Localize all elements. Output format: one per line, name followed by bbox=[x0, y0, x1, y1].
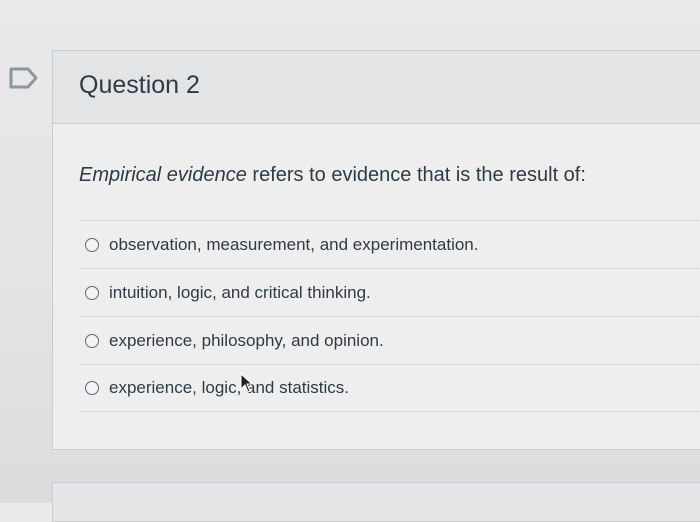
prompt-text: refers to evidence that is the result of… bbox=[246, 164, 586, 186]
radio-button-icon[interactable] bbox=[85, 285, 99, 300]
answer-option[interactable]: experience, logic, and statistics. bbox=[79, 364, 699, 412]
answer-list: observation, measurement, and experiment… bbox=[79, 220, 699, 412]
answer-option[interactable]: experience, philosophy, and opinion. bbox=[79, 316, 699, 364]
radio-button-icon[interactable] bbox=[85, 237, 99, 252]
question-title: Question 2 bbox=[79, 71, 200, 99]
mouse-pointer-icon bbox=[240, 373, 254, 393]
answer-label[interactable]: experience, philosophy, and opinion. bbox=[109, 331, 384, 351]
question-header: Question 2 bbox=[53, 51, 700, 124]
question-card: Question 2 Empirical evidence refers to … bbox=[52, 50, 700, 450]
answer-option[interactable]: intuition, logic, and critical thinking. bbox=[79, 268, 699, 316]
answer-label[interactable]: intuition, logic, and critical thinking. bbox=[109, 283, 371, 303]
bookmark-flag-icon[interactable] bbox=[8, 66, 40, 90]
radio-button-icon[interactable] bbox=[85, 333, 99, 348]
answer-option[interactable]: observation, measurement, and experiment… bbox=[79, 220, 699, 268]
answer-label[interactable]: experience, logic, and statistics. bbox=[109, 378, 349, 398]
radio-button-icon[interactable] bbox=[85, 381, 99, 395]
question-prompt: Empirical evidence refers to evidence th… bbox=[79, 164, 586, 187]
next-question-card bbox=[52, 482, 700, 522]
answer-label[interactable]: observation, measurement, and experiment… bbox=[109, 235, 478, 255]
prompt-emphasis: Empirical evidence bbox=[79, 164, 247, 186]
